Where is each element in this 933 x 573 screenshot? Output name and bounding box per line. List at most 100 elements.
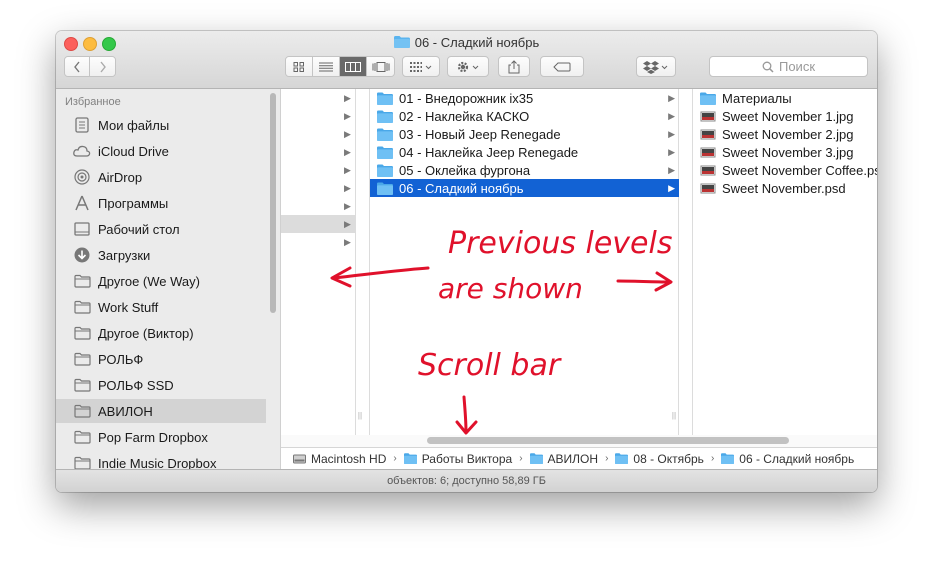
sidebar-item-label: Мои файлы bbox=[98, 117, 170, 133]
path-segment[interactable]: 06 - Сладкий ноябрь bbox=[721, 452, 854, 466]
grid-icon bbox=[293, 61, 304, 72]
folder-row[interactable]: 05 - Оклейка фургона ▶ bbox=[370, 161, 679, 179]
sidebar-item[interactable]: РОЛЬФ SSD bbox=[56, 373, 266, 397]
folder-icon bbox=[73, 351, 91, 367]
sidebar-item-label: РОЛЬФ bbox=[98, 351, 144, 367]
action-menu-button[interactable] bbox=[447, 56, 489, 77]
file-row[interactable]: Sweet November Coffee.psd bbox=[693, 161, 877, 179]
titlebar: 06 - Сладкий ноябрь Поиск bbox=[56, 31, 877, 89]
status-bar: объектов: 6; доступно 58,89 ГБ bbox=[56, 469, 877, 492]
list-view-button[interactable] bbox=[313, 57, 340, 76]
sidebar-item[interactable]: АВИЛОН bbox=[56, 399, 266, 423]
folder-row[interactable]: 01 - Внедорожник ix35 ▶ bbox=[370, 89, 679, 107]
sidebar-item-label: AirDrop bbox=[98, 169, 143, 185]
file-row[interactable]: Sweet November 1.jpg bbox=[693, 107, 877, 125]
arrange-button[interactable] bbox=[402, 56, 440, 77]
sidebar-item[interactable]: Другое (Виктор) bbox=[56, 321, 266, 345]
tag-icon bbox=[553, 62, 571, 71]
chevron-right-icon: ▶ bbox=[344, 201, 351, 211]
path-segment[interactable]: Macintosh HD bbox=[293, 452, 386, 466]
cover-flow-icon bbox=[372, 61, 389, 72]
folder-icon bbox=[73, 429, 91, 445]
search-field[interactable]: Поиск bbox=[709, 56, 868, 77]
path-segment[interactable]: Работы Виктора bbox=[403, 452, 512, 466]
forward-button[interactable] bbox=[90, 57, 115, 76]
path-segment[interactable]: 08 - Октябрь bbox=[615, 452, 704, 466]
sidebar-item-label: Загрузки bbox=[98, 247, 151, 263]
sidebar-item-label: Work Stuff bbox=[98, 299, 159, 315]
folder-icon bbox=[377, 146, 393, 159]
sidebar-item[interactable]: iCloud Drive bbox=[56, 139, 266, 163]
chevron-right-icon: ▶ bbox=[344, 165, 351, 175]
tags-button[interactable] bbox=[540, 56, 584, 77]
folder-row-label: 06 - Сладкий ноябрь bbox=[399, 180, 524, 196]
folder-row-label: 02 - Наклейка КАСКО bbox=[399, 108, 530, 124]
folder-row[interactable]: Материалы bbox=[693, 89, 877, 107]
sidebar-item[interactable]: Indie Music Dropbox bbox=[56, 451, 266, 469]
path-separator-icon: › bbox=[605, 453, 609, 464]
folder-icon bbox=[73, 299, 91, 315]
hard-drive-icon bbox=[293, 454, 306, 464]
folder-icon bbox=[393, 36, 410, 48]
chevron-right-icon: ▶ bbox=[344, 219, 351, 229]
sidebar-item[interactable]: AirDrop bbox=[56, 165, 266, 189]
sidebar-scrollbar[interactable] bbox=[270, 93, 276, 313]
sidebar-item-label: Другое (Виктор) bbox=[98, 325, 194, 341]
view-mode-control bbox=[285, 56, 395, 77]
file-row[interactable]: Sweet November.psd bbox=[693, 179, 877, 197]
chevron-down-icon bbox=[661, 65, 668, 69]
sidebar-item[interactable]: Work Stuff bbox=[56, 295, 266, 319]
folder-row[interactable]: 02 - Наклейка КАСКО ▶ bbox=[370, 107, 679, 125]
chevron-right-icon: ▶ bbox=[668, 128, 675, 139]
chevron-right-icon: ▶ bbox=[668, 182, 675, 193]
path-bar: Macintosh HD › Работы Виктора › АВИЛОН › 08 - … bbox=[281, 447, 877, 469]
sidebar-item[interactable]: РОЛЬФ bbox=[56, 347, 266, 371]
folder-row[interactable]: 03 - Новый Jeep Renegade ▶ bbox=[370, 125, 679, 143]
gear-icon bbox=[457, 61, 469, 72]
folder-icon bbox=[721, 453, 735, 464]
chevron-right-icon: ▶ bbox=[344, 129, 351, 139]
sidebar-item[interactable]: Загрузки bbox=[56, 243, 266, 267]
cloud-icon bbox=[73, 143, 91, 159]
finder-window: 06 - Сладкий ноябрь Поиск Избранное Мои … bbox=[56, 31, 877, 492]
folder-row[interactable]: 06 - Сладкий ноябрь ▶ bbox=[370, 179, 679, 197]
file-row-label: Sweet November.psd bbox=[722, 180, 846, 196]
path-segment[interactable]: АВИЛОН bbox=[529, 452, 598, 466]
path-segment-label: 06 - Сладкий ноябрь bbox=[739, 451, 855, 466]
folder-icon bbox=[73, 325, 91, 341]
search-icon bbox=[762, 61, 774, 73]
favorites-header: Избранное bbox=[65, 96, 121, 108]
share-button[interactable] bbox=[498, 56, 530, 77]
image-file-icon bbox=[700, 165, 716, 175]
chevron-right-icon: ▶ bbox=[344, 237, 351, 247]
column-resize-handle[interactable]: || bbox=[670, 411, 678, 421]
file-row[interactable]: Sweet November 2.jpg bbox=[693, 125, 877, 143]
icon-view-button[interactable] bbox=[286, 57, 313, 76]
folder-row[interactable]: 04 - Наклейка Jeep Renegade ▶ bbox=[370, 143, 679, 161]
sidebar-item[interactable]: Pop Farm Dropbox bbox=[56, 425, 266, 449]
folder-icon bbox=[377, 92, 393, 105]
column-browser: ▶ ▶ ▶ ▶ ▶ ▶ ▶ ▶ ▶ || 01 - Внедорожник ix… bbox=[281, 89, 877, 469]
chevron-right-icon: ▶ bbox=[344, 183, 351, 193]
cover-flow-button[interactable] bbox=[367, 57, 394, 76]
chevron-right-icon: ▶ bbox=[344, 147, 351, 157]
sidebar-item[interactable]: Другое (We Way) bbox=[56, 269, 266, 293]
chevron-down-icon bbox=[425, 65, 432, 69]
list-icon bbox=[319, 62, 333, 71]
sidebar-item[interactable]: Рабочий стол bbox=[56, 217, 266, 241]
sidebar-item-label: РОЛЬФ SSD bbox=[98, 377, 174, 393]
column-3: 01 - Внедорожник ix35 ▶ 02 - Наклейка КАСК… bbox=[370, 89, 679, 435]
sidebar-item-label: iCloud Drive bbox=[98, 143, 169, 159]
dropbox-icon bbox=[643, 60, 659, 74]
path-separator-icon: › bbox=[393, 453, 397, 464]
sidebar-item[interactable]: Программы bbox=[56, 191, 266, 215]
chevron-down-icon bbox=[472, 65, 479, 69]
dropbox-button[interactable] bbox=[636, 56, 676, 77]
sidebar-item[interactable]: Мои файлы bbox=[56, 113, 266, 137]
file-row[interactable]: Sweet November 3.jpg bbox=[693, 143, 877, 161]
horizontal-scrollbar[interactable] bbox=[427, 437, 789, 444]
column-view-button[interactable] bbox=[340, 57, 367, 76]
back-button[interactable] bbox=[65, 57, 90, 76]
column-4-collapsed bbox=[679, 89, 693, 435]
sidebar-item-label: Другое (We Way) bbox=[98, 273, 200, 289]
